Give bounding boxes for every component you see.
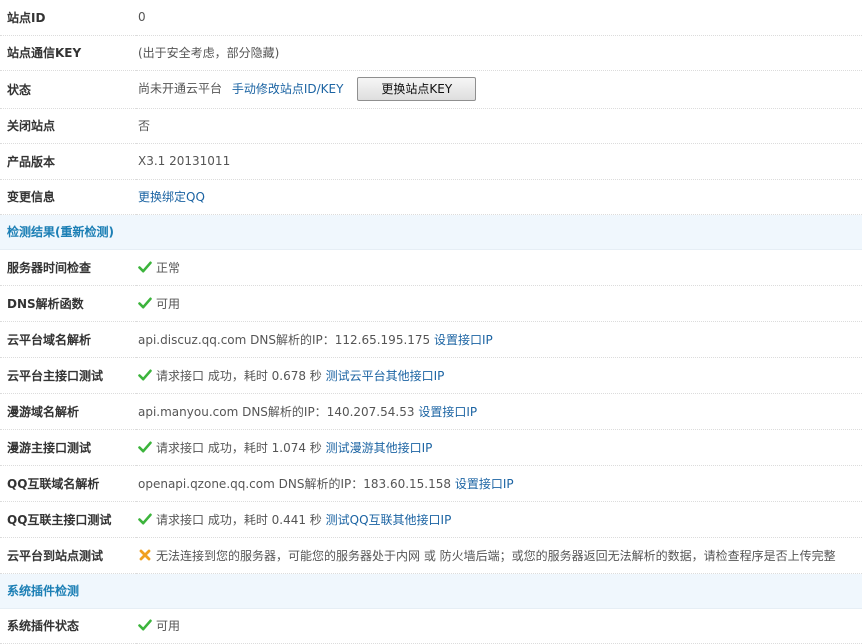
test-cloud-other-ip-link[interactable]: 测试云平台其他接口IP [326,369,445,383]
row-site-key: 站点通信KEY (出于安全考虑，部分隐藏) [0,35,862,71]
label-site-key: 站点通信KEY [0,35,136,71]
label-change-info: 变更信息 [0,179,136,215]
set-qq-ip-link[interactable]: 设置接口IP [455,477,514,491]
row-cloud-main: 云平台主接口测试 请求接口 成功，耗时 0.678 秒 测试云平台其他接口IP [0,357,862,394]
label-cloud-dns: 云平台域名解析 [0,321,136,358]
label-qq-main: QQ互联主接口测试 [0,501,136,538]
row-server-time: 服务器时间检查 正常 [0,249,862,286]
change-bound-qq-link[interactable]: 更换绑定QQ [138,190,205,204]
row-site-id: 站点ID 0 [0,0,862,36]
value-close-site: 否 [136,108,862,144]
row-status: 状态 尚未开通云平台 手动修改站点ID/KEY 更换站点KEY [0,70,862,109]
row-close-site: 关闭站点 否 [0,108,862,144]
manyou-dns-result: api.manyou.com DNS解析的IP：140.207.54.53 [138,404,415,419]
set-manyou-ip-link[interactable]: 设置接口IP [418,405,477,419]
section-detect-results: 检测结果(重新检测) [0,214,862,250]
label-cloud-to-site: 云平台到站点测试 [0,537,136,574]
test-manyou-other-ip-link[interactable]: 测试漫游其他接口IP [326,441,433,455]
label-dns-func: DNS解析函数 [0,285,136,322]
row-change-info: 变更信息 更换绑定QQ [0,179,862,215]
value-change-info: 更换绑定QQ [136,179,862,215]
cloud-main-result: 请求接口 成功，耗时 0.678 秒 [156,368,322,383]
label-manyou-main: 漫游主接口测试 [0,429,136,466]
set-cloud-ip-link[interactable]: 设置接口IP [434,333,493,347]
section-plugin-check: 系统插件检测 [0,573,862,609]
check-icon [138,512,152,526]
qq-main-result: 请求接口 成功，耗时 0.441 秒 [156,512,322,527]
check-icon [138,368,152,382]
label-manyou-dns: 漫游域名解析 [0,393,136,430]
test-qq-other-ip-link[interactable]: 测试QQ互联其他接口IP [326,513,452,527]
row-manyou-main: 漫游主接口测试 请求接口 成功，耗时 1.074 秒 测试漫游其他接口IP [0,429,862,466]
dns-func-result: 可用 [156,296,181,311]
check-icon [138,440,152,454]
section-plugin-title: 系统插件检测 [0,573,862,609]
label-site-id: 站点ID [0,0,136,36]
cloud-dns-result: api.discuz.qq.com DNS解析的IP：112.65.195.17… [138,332,431,347]
section-detect-title[interactable]: 检测结果(重新检测) [0,214,862,250]
row-qq-dns: QQ互联域名解析 openapi.qzone.qq.com DNS解析的IP：1… [0,465,862,502]
row-cloud-dns: 云平台域名解析 api.discuz.qq.com DNS解析的IP：112.6… [0,321,862,358]
label-close-site: 关闭站点 [0,108,136,144]
label-status: 状态 [0,70,136,109]
check-icon [138,260,152,274]
row-dns-func: DNS解析函数 可用 [0,285,862,322]
row-cloud-to-site: 云平台到站点测试 无法连接到您的服务器，可能您的服务器处于内网 或 防火墙后端；… [0,537,862,574]
value-site-key: (出于安全考虑，部分隐藏) [136,35,862,71]
status-text: 尚未开通云平台 [138,81,223,96]
cloud-status-table: 站点ID 0 站点通信KEY (出于安全考虑，部分隐藏) 状态 尚未开通云平台 … [0,0,862,644]
label-cloud-main: 云平台主接口测试 [0,357,136,394]
qq-dns-result: openapi.qzone.qq.com DNS解析的IP：183.60.15.… [138,476,452,491]
row-version: 产品版本 X3.1 20131011 [0,143,862,180]
row-qq-main: QQ互联主接口测试 请求接口 成功，耗时 0.441 秒 测试QQ互联其他接口I… [0,501,862,538]
plugin-status-result: 可用 [156,619,181,633]
value-version: X3.1 20131011 [136,143,862,180]
server-time-result: 正常 [156,260,181,275]
cloud-to-site-result: 无法连接到您的服务器，可能您的服务器处于内网 或 防火墙后端；或您的服务器返回无… [156,548,836,563]
row-manyou-dns: 漫游域名解析 api.manyou.com DNS解析的IP：140.207.5… [0,393,862,430]
change-site-key-button[interactable]: 更换站点KEY [357,77,477,101]
cross-icon [138,548,152,562]
label-qq-dns: QQ互联域名解析 [0,465,136,502]
manyou-main-result: 请求接口 成功，耗时 1.074 秒 [156,440,322,455]
label-version: 产品版本 [0,143,136,180]
check-icon [138,618,152,632]
value-status: 尚未开通云平台 手动修改站点ID/KEY 更换站点KEY [136,70,862,109]
label-server-time: 服务器时间检查 [0,249,136,286]
modify-site-id-key-link[interactable]: 手动修改站点ID/KEY [232,82,344,96]
value-site-id: 0 [136,0,862,36]
check-icon [138,296,152,310]
